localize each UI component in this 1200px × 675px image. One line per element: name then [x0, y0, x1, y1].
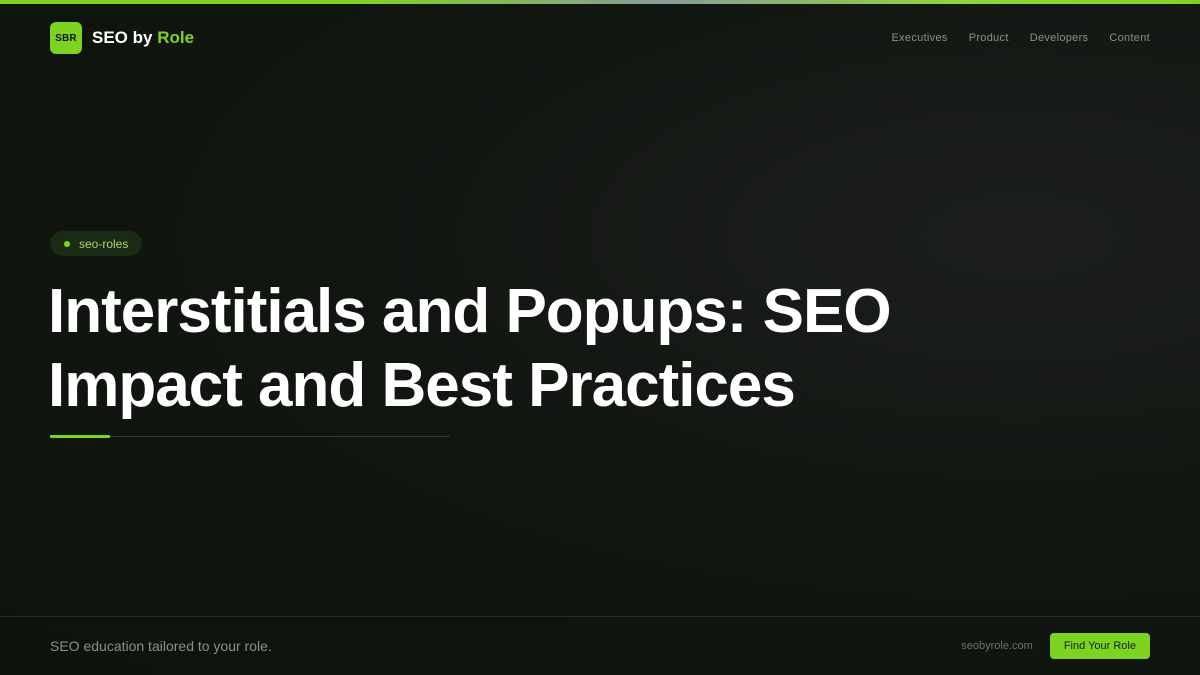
site-footer: SEO education tailored to your role. seo… [0, 616, 1200, 675]
brand-logo-link[interactable]: SBR SEO by Role [50, 22, 194, 54]
find-your-role-button[interactable]: Find Your Role [1049, 633, 1150, 659]
nav-item-developers[interactable]: Developers [1030, 32, 1089, 44]
brand-name-accent: Role [157, 28, 195, 47]
brand-name-primary: SEO by [92, 28, 153, 47]
nav-item-content[interactable]: Content [1109, 32, 1150, 44]
nav-item-executives[interactable]: Executives [892, 32, 948, 44]
title-divider-accent [50, 435, 110, 438]
top-accent-bar [0, 0, 1200, 4]
footer-tagline: SEO education tailored to your role. [50, 638, 272, 654]
footer-right: seobyrole.com Find Your Role [961, 633, 1150, 659]
nav-item-product[interactable]: Product [969, 32, 1009, 44]
main-nav: Executives Product Developers Content [892, 32, 1151, 44]
page-title: Interstitials and Popups: SEO Impact and… [48, 277, 892, 420]
tag-dot-icon [64, 240, 70, 247]
logo-mark: SBR [50, 22, 82, 54]
site-header: SBR SEO by Role Executives Product Devel… [50, 22, 1150, 54]
brand-name: SEO by Role [92, 28, 194, 48]
title-divider [50, 436, 450, 437]
tag-label: seo-roles [79, 236, 129, 251]
footer-domain: seobyrole.com [961, 640, 1033, 652]
category-tag: seo-roles [50, 231, 143, 256]
